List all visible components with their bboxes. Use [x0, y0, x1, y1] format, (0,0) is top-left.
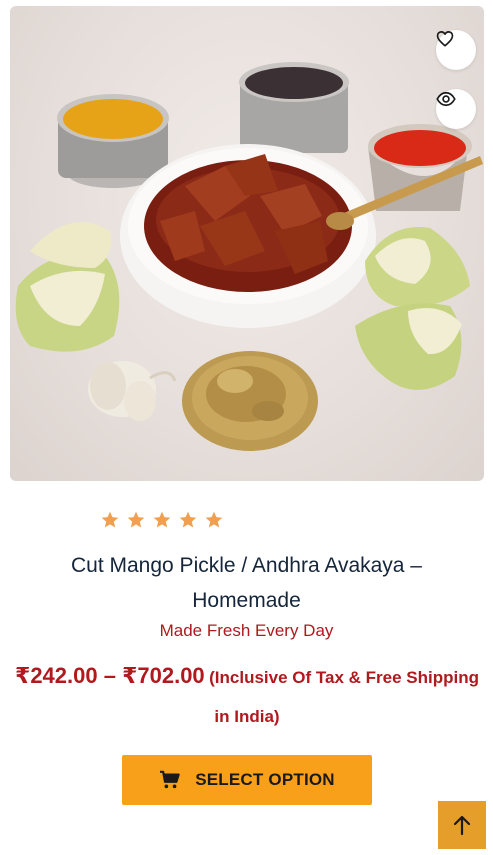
star-icon [179, 511, 197, 528]
product-image[interactable] [10, 6, 484, 481]
price-block: ₹242.00 – ₹702.00 (Inclusive Of Tax & Fr… [8, 657, 486, 737]
select-option-label: SELECT OPTION [195, 770, 335, 789]
cart-icon [160, 770, 180, 789]
product-subtitle: Made Fresh Every Day [159, 621, 334, 640]
eye-icon [436, 91, 456, 107]
scroll-to-top-button[interactable] [438, 801, 486, 849]
star-icon [101, 511, 119, 528]
star-icon [205, 511, 223, 528]
star-icon [127, 511, 145, 528]
select-option-button[interactable]: SELECT OPTION [122, 755, 372, 805]
quick-view-button[interactable] [436, 89, 476, 129]
wishlist-button[interactable] [436, 30, 476, 70]
price-range: ₹242.00 – ₹702.00 [15, 663, 205, 688]
star-icon [153, 511, 171, 528]
star-rating [100, 510, 224, 530]
product-photo [15, 62, 483, 451]
product-title[interactable]: Cut Mango Pickle / Andhra Avakaya – Home… [30, 548, 463, 618]
arrow-up-icon [453, 815, 471, 836]
heart-icon [436, 31, 454, 47]
price-note: (Inclusive Of Tax & Free Shipping in Ind… [209, 668, 479, 726]
